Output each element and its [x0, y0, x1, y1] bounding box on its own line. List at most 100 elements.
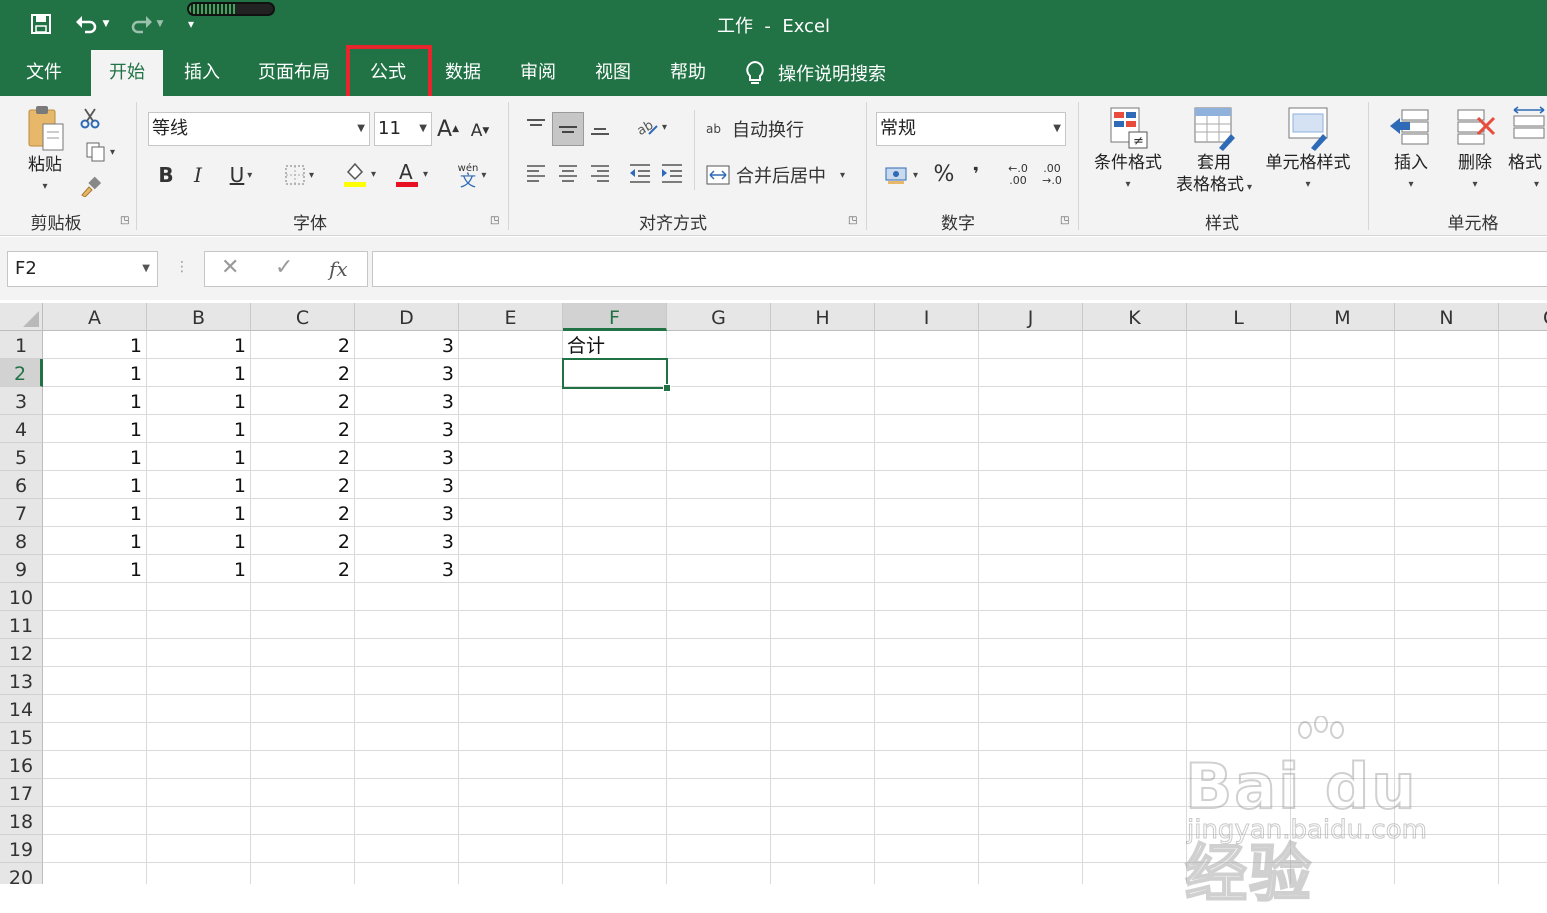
cell-l12[interactable]	[1187, 639, 1291, 667]
cell-l13[interactable]	[1187, 667, 1291, 695]
cell-g16[interactable]	[667, 751, 771, 779]
cell-e8[interactable]	[459, 527, 563, 555]
cell-d2[interactable]: 3	[355, 359, 459, 387]
cell-e12[interactable]	[459, 639, 563, 667]
cell-a20[interactable]	[43, 863, 147, 884]
comma-style-button[interactable]: ❜	[964, 158, 988, 190]
cell-i3[interactable]	[875, 387, 979, 415]
cell-f15[interactable]	[563, 723, 667, 751]
cell-k2[interactable]	[1083, 359, 1187, 387]
cell-i10[interactable]	[875, 583, 979, 611]
cell-f13[interactable]	[563, 667, 667, 695]
cell-d9[interactable]: 3	[355, 555, 459, 583]
cell-j13[interactable]	[979, 667, 1083, 695]
row-header-16[interactable]: 16	[0, 751, 43, 779]
cell-f10[interactable]	[563, 583, 667, 611]
cell-l17[interactable]	[1187, 779, 1291, 807]
row-header-14[interactable]: 14	[0, 695, 43, 723]
cell-g19[interactable]	[667, 835, 771, 863]
cell-k8[interactable]	[1083, 527, 1187, 555]
increase-indent-button[interactable]	[658, 158, 686, 188]
cell-i9[interactable]	[875, 555, 979, 583]
cell-o6[interactable]	[1499, 471, 1547, 499]
cell-c15[interactable]	[251, 723, 355, 751]
cell-e1[interactable]	[459, 331, 563, 359]
cell-l3[interactable]	[1187, 387, 1291, 415]
row-header-20[interactable]: 20	[0, 863, 43, 884]
cell-n7[interactable]	[1395, 499, 1499, 527]
cell-n20[interactable]	[1395, 863, 1499, 884]
cell-o16[interactable]	[1499, 751, 1547, 779]
cell-b15[interactable]	[147, 723, 251, 751]
cell-e14[interactable]	[459, 695, 563, 723]
cell-m7[interactable]	[1291, 499, 1395, 527]
cell-b12[interactable]	[147, 639, 251, 667]
tab-view[interactable]: 视图	[577, 50, 649, 96]
align-left-button[interactable]	[522, 158, 550, 188]
cell-h2[interactable]	[771, 359, 875, 387]
tab-data[interactable]: 数据	[427, 50, 499, 96]
cell-c1[interactable]: 2	[251, 331, 355, 359]
cell-b19[interactable]	[147, 835, 251, 863]
cell-c17[interactable]	[251, 779, 355, 807]
format-cells-button[interactable]: 格式 ▾	[1508, 104, 1547, 196]
cell-f4[interactable]	[563, 415, 667, 443]
cell-d1[interactable]: 3	[355, 331, 459, 359]
cell-h19[interactable]	[771, 835, 875, 863]
cell-i7[interactable]	[875, 499, 979, 527]
cell-e7[interactable]	[459, 499, 563, 527]
cell-g17[interactable]	[667, 779, 771, 807]
cell-l5[interactable]	[1187, 443, 1291, 471]
cell-g12[interactable]	[667, 639, 771, 667]
align-bottom-button[interactable]	[586, 112, 614, 142]
cell-o12[interactable]	[1499, 639, 1547, 667]
enter-entry-button[interactable]: ✓	[275, 255, 293, 280]
cell-n15[interactable]	[1395, 723, 1499, 751]
cell-o19[interactable]	[1499, 835, 1547, 863]
format-as-table-dropdown-icon[interactable]: ▾	[1247, 182, 1252, 193]
tab-help[interactable]: 帮助	[652, 50, 724, 96]
name-box-dropdown-icon[interactable]: ▼	[142, 252, 150, 286]
cell-n17[interactable]	[1395, 779, 1499, 807]
column-header-b[interactable]: B	[147, 303, 251, 331]
cell-i20[interactable]	[875, 863, 979, 884]
cell-b8[interactable]: 1	[147, 527, 251, 555]
cell-b16[interactable]	[147, 751, 251, 779]
cell-j3[interactable]	[979, 387, 1083, 415]
cell-d15[interactable]	[355, 723, 459, 751]
cell-b2[interactable]: 1	[147, 359, 251, 387]
cell-o7[interactable]	[1499, 499, 1547, 527]
column-header-k[interactable]: K	[1083, 303, 1187, 331]
cell-i6[interactable]	[875, 471, 979, 499]
cell-m11[interactable]	[1291, 611, 1395, 639]
cell-f16[interactable]	[563, 751, 667, 779]
cell-k20[interactable]	[1083, 863, 1187, 884]
cell-b4[interactable]: 1	[147, 415, 251, 443]
cell-g7[interactable]	[667, 499, 771, 527]
font-size-dropdown-icon[interactable]: ▼	[419, 113, 427, 145]
cell-d8[interactable]: 3	[355, 527, 459, 555]
cell-d14[interactable]	[355, 695, 459, 723]
cell-a16[interactable]	[43, 751, 147, 779]
cell-d5[interactable]: 3	[355, 443, 459, 471]
cell-j14[interactable]	[979, 695, 1083, 723]
cell-g6[interactable]	[667, 471, 771, 499]
cell-c20[interactable]	[251, 863, 355, 884]
row-header-2[interactable]: 2	[0, 359, 43, 387]
cell-m2[interactable]	[1291, 359, 1395, 387]
cell-m8[interactable]	[1291, 527, 1395, 555]
cell-l9[interactable]	[1187, 555, 1291, 583]
row-header-6[interactable]: 6	[0, 471, 43, 499]
cell-h9[interactable]	[771, 555, 875, 583]
cell-j20[interactable]	[979, 863, 1083, 884]
cell-a5[interactable]: 1	[43, 443, 147, 471]
cell-j5[interactable]	[979, 443, 1083, 471]
column-header-o[interactable]: O	[1499, 303, 1547, 331]
phonetic-dropdown-icon[interactable]: ▾	[481, 170, 486, 181]
cell-m6[interactable]	[1291, 471, 1395, 499]
cell-j16[interactable]	[979, 751, 1083, 779]
cell-d7[interactable]: 3	[355, 499, 459, 527]
cell-b5[interactable]: 1	[147, 443, 251, 471]
cell-g2[interactable]	[667, 359, 771, 387]
cell-n5[interactable]	[1395, 443, 1499, 471]
